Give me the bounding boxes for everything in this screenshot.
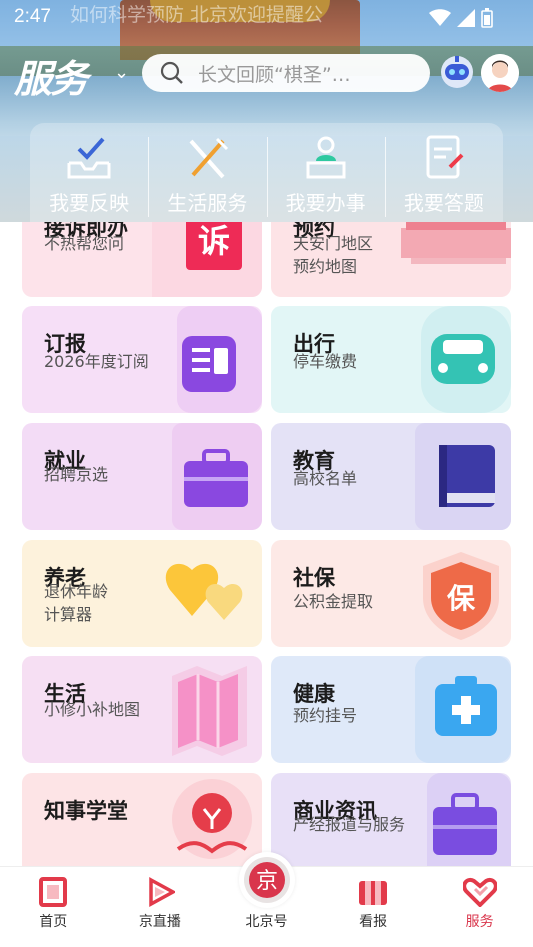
briefcase-icon [172, 423, 262, 530]
card-health[interactable]: 健康 预约挂号 [271, 656, 511, 763]
card-subtitle: 预约挂号 [293, 706, 358, 725]
quick-action-affairs[interactable]: 我要办事 [266, 123, 385, 222]
card-title: 社保 [293, 566, 335, 590]
card-subtitle: 退休年龄 [44, 582, 109, 601]
card-subtitle: 天安门地区 [293, 234, 374, 253]
wifi-icon [429, 9, 451, 26]
card-travel[interactable]: 出行 停车缴费 [271, 306, 511, 413]
newspaper-icon [359, 881, 388, 905]
nav-live[interactable]: 京直播 [107, 867, 214, 947]
quick-action-label: 生活服务 [167, 191, 248, 215]
card-subtitle: 2026年度订阅 [44, 352, 149, 371]
card-subscribe[interactable]: 订报 2026年度订阅 [22, 306, 262, 413]
quick-action-label: 我要办事 [285, 191, 366, 215]
card-subtitle-2: 预约地图 [293, 257, 358, 276]
play-icon [149, 877, 175, 907]
briefcase-icon [427, 773, 511, 880]
shield-bao-icon: 保 [423, 552, 499, 640]
quick-action-quiz[interactable]: 我要答题 [384, 123, 503, 222]
card-subtitle: 停车缴费 [293, 352, 358, 371]
search-icon [160, 61, 183, 84]
heart-service-icon [462, 878, 497, 907]
search-placeholder: 长文回顾“棋圣”… [198, 63, 351, 86]
beijing-badge-icon: 京 [244, 857, 290, 903]
card-subtitle: 招聘京选 [44, 465, 109, 484]
beijing-badge-button[interactable]: 京 [239, 852, 295, 908]
status-bar: 2:47 如何科学预防 北京欢迎提醒公 [0, 0, 533, 36]
app-screen: 接诉即办 不热帮您问 诉 预约 天安门地区 预约地图 订报 2026年度订阅 出… [0, 0, 533, 947]
card-pension[interactable]: 养老 退休年龄 计算器 [22, 540, 262, 647]
quick-action-report[interactable]: 我要反映 [30, 123, 148, 222]
nav-newspaper[interactable]: 看报 [320, 867, 427, 947]
medical-kit-icon [415, 656, 511, 763]
hearts-icon [165, 563, 243, 620]
signal-icon [457, 9, 475, 27]
quick-action-label: 我要答题 [403, 191, 484, 215]
card-subtitle: 不热帮您问 [44, 234, 125, 253]
quick-action-label: 我要反映 [49, 191, 130, 215]
battery-icon [481, 8, 493, 28]
card-life[interactable]: 生活 小修小补地图 [22, 656, 262, 763]
card-title: 知事学堂 [44, 799, 128, 823]
book-icon [415, 423, 511, 530]
svg-text:保: 保 [447, 582, 476, 615]
home-icon [39, 877, 68, 907]
card-subtitle: 高校名单 [293, 469, 358, 488]
map-icon [172, 666, 247, 756]
nav-service[interactable]: 服务 [426, 867, 533, 947]
car-icon [421, 306, 511, 413]
svg-text:诉: 诉 [198, 222, 230, 260]
nav-label: 服务 [465, 914, 494, 930]
nav-home[interactable]: 首页 [0, 867, 107, 947]
card-business[interactable]: 商业资讯 产经报道与服务 [271, 773, 511, 880]
card-subtitle: 产经报道与服务 [293, 815, 406, 834]
card-academy[interactable]: 知事学堂 [22, 773, 262, 880]
nav-label: 北京号 [245, 914, 288, 930]
status-time: 2:47 [14, 6, 51, 27]
newspaper-icon [177, 306, 262, 413]
nav-label: 首页 [39, 914, 68, 930]
search-bar[interactable]: 长文回顾“棋圣”… [142, 54, 430, 92]
quiz-doc-icon [426, 135, 464, 179]
card-social-security[interactable]: 社保 公积金提取 保 [271, 540, 511, 647]
card-employment[interactable]: 就业 招聘京选 [22, 423, 262, 530]
logo-text[interactable]: 服务 [14, 48, 88, 103]
robot-assistant-icon[interactable] [437, 52, 477, 92]
avatar[interactable] [481, 54, 519, 92]
chevron-down-icon[interactable]: ⌄ [114, 62, 129, 83]
svg-text:京: 京 [256, 869, 278, 894]
card-education[interactable]: 教育 高校名单 [271, 423, 511, 530]
user-avatar-icon [481, 54, 519, 92]
banner-faded-headline: 如何科学预防 北京欢迎提醒公 [70, 4, 324, 26]
inbox-check-icon [67, 137, 111, 179]
fork-knife-icon [189, 137, 229, 179]
card-subtitle: 小修小补地图 [44, 700, 141, 719]
nav-label: 看报 [359, 914, 388, 930]
status-icons [429, 8, 493, 28]
card-subtitle-2: 计算器 [44, 605, 93, 624]
service-desk-icon [306, 136, 346, 179]
header-row: 服务 ⌄ 长文回顾“棋圣”… [0, 48, 533, 103]
nav-label: 京直播 [138, 914, 181, 930]
quick-actions-panel: 我要反映 生活服务 我要办事 我要答题 [30, 123, 503, 222]
card-subtitle: 公积金提取 [293, 592, 374, 611]
quick-action-life-service[interactable]: 生活服务 [148, 123, 266, 222]
